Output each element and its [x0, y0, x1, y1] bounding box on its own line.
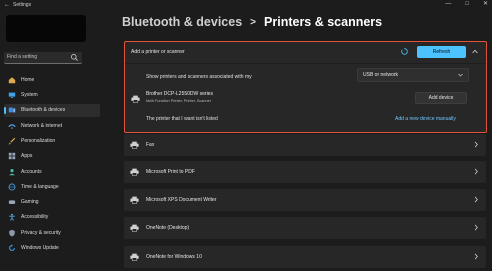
chevron-down-icon — [458, 73, 463, 77]
sidebar-nav: Home System Bluetooth & devices Network … — [0, 71, 104, 257]
sidebar-item-bluetooth-devices[interactable]: Bluetooth & devices — [4, 103, 100, 117]
shield-icon — [9, 229, 15, 237]
search-icon[interactable] — [70, 53, 79, 62]
chevron-right-icon — [474, 168, 478, 175]
app-title: Settings — [13, 2, 32, 8]
sidebar-item-gaming[interactable]: Gaming — [4, 196, 100, 209]
sidebar-item-label: Bluetooth & devices — [21, 107, 66, 114]
refresh-button[interactable]: Refresh — [417, 46, 466, 58]
printer-name: OneNote (Desktop) — [146, 225, 190, 231]
accounts-icon — [9, 168, 15, 175]
sidebar-item-label: Personalization — [21, 137, 56, 144]
add-printer-title: Add a printer or scanner — [131, 49, 185, 55]
chevron-right-icon — [474, 141, 478, 148]
printer-not-listed-label: The printer that I want isn't listed — [146, 116, 218, 122]
printer-icon — [130, 196, 139, 204]
minimize-icon[interactable]: — — [445, 0, 451, 9]
sidebar-item-privacy-security[interactable]: Privacy & security — [4, 226, 100, 239]
printer-row-onenote-windows-10[interactable]: OneNote for Windows 10 — [124, 246, 486, 268]
globe-icon — [8, 183, 16, 191]
bluetooth-icon — [8, 107, 16, 113]
dropdown-value: USB or network — [363, 72, 399, 78]
chevron-right-icon — [474, 224, 478, 231]
accessibility-icon — [9, 214, 15, 222]
sidebar-item-accounts[interactable]: Accounts — [4, 165, 100, 178]
sidebar-item-label: Accounts — [21, 168, 42, 175]
panel-divider — [125, 63, 486, 64]
add-printer-header[interactable]: Add a printer or scanner Refresh — [125, 42, 486, 64]
add-device-manually-link[interactable]: Add a new device manually — [395, 116, 456, 122]
sidebar-item-label: System — [21, 92, 38, 99]
back-arrow-icon[interactable]: ← — [4, 0, 10, 10]
sidebar-item-network[interactable]: Network & internet — [4, 119, 100, 132]
printer-icon — [130, 168, 139, 176]
chevron-right-icon — [474, 253, 478, 260]
breadcrumb: Bluetooth & devices > Printers & scanner… — [122, 15, 382, 29]
app-header: ← Settings — [4, 0, 31, 10]
sidebar-item-apps[interactable]: Apps — [4, 150, 100, 163]
printer-name: Microsoft XPS Document Writer — [146, 197, 217, 203]
search-box[interactable]: Find a setting — [4, 52, 82, 64]
printer-icon — [131, 95, 140, 103]
user-profile-card[interactable] — [6, 15, 86, 42]
add-device-button[interactable]: Add device — [415, 92, 467, 104]
printer-row-onenote-desktop[interactable]: OneNote (Desktop) — [124, 217, 486, 239]
breadcrumb-parent[interactable]: Bluetooth & devices — [122, 15, 242, 29]
found-printer-name: Brother DCP-L2550DW series — [146, 91, 213, 97]
printer-icon — [130, 224, 139, 232]
sidebar-item-personalization[interactable]: Personalization — [4, 134, 100, 147]
sidebar-item-label: Time & language — [21, 183, 59, 190]
page-title: Printers & scanners — [264, 15, 383, 29]
chevron-up-icon[interactable] — [472, 49, 478, 54]
printer-icon — [130, 141, 139, 149]
system-icon — [8, 92, 16, 98]
sidebar-item-label: Accessibility — [21, 214, 49, 221]
sidebar-item-time-language[interactable]: Time & language — [4, 180, 100, 193]
show-printers-label: Show printers and scanners associated wi… — [146, 74, 252, 80]
gaming-icon — [8, 200, 16, 205]
sidebar-item-label: Gaming — [21, 199, 39, 206]
printer-name: Fax — [146, 142, 155, 148]
printer-name: Microsoft Print to PDF — [146, 169, 195, 175]
printer-row-microsoft-xps[interactable]: Microsoft XPS Document Writer — [124, 189, 486, 211]
update-icon — [9, 244, 15, 251]
sidebar-item-label: Windows Update — [21, 245, 59, 252]
printer-icon — [130, 253, 139, 261]
add-printer-panel: Add a printer or scanner Refresh Show pr… — [124, 41, 487, 133]
title-bar: ← Settings — □ ✕ — [0, 0, 492, 10]
sidebar-item-label: Apps — [21, 153, 33, 160]
sidebar-item-label: Privacy & security — [21, 229, 61, 236]
sidebar-item-system[interactable]: System — [4, 89, 100, 102]
home-icon — [8, 76, 16, 83]
close-icon[interactable]: ✕ — [483, 0, 488, 9]
sidebar-item-label: Home — [21, 76, 35, 83]
maximize-icon[interactable]: □ — [465, 0, 469, 9]
loading-spinner-icon — [401, 48, 408, 55]
found-printer-description: Multi Function Printer, Printer, Scanner — [146, 99, 211, 103]
network-icon — [8, 123, 16, 129]
brush-icon — [8, 137, 16, 145]
printer-row-microsoft-print-to-pdf[interactable]: Microsoft Print to PDF — [124, 161, 486, 183]
connection-type-dropdown[interactable]: USB or network — [357, 68, 469, 82]
printer-name: OneNote for Windows 10 — [146, 254, 202, 260]
sidebar-item-windows-update[interactable]: Windows Update — [4, 242, 100, 255]
search-placeholder: Find a setting — [7, 54, 38, 60]
breadcrumb-separator: > — [250, 16, 257, 28]
chevron-right-icon — [474, 196, 478, 203]
apps-icon — [8, 153, 16, 160]
sidebar-item-accessibility[interactable]: Accessibility — [4, 211, 100, 224]
printer-row-fax[interactable]: Fax — [124, 134, 486, 156]
window-controls: — □ ✕ — [445, 0, 488, 9]
sidebar-item-label: Network & internet — [21, 122, 63, 129]
sidebar-item-home[interactable]: Home — [4, 73, 100, 86]
